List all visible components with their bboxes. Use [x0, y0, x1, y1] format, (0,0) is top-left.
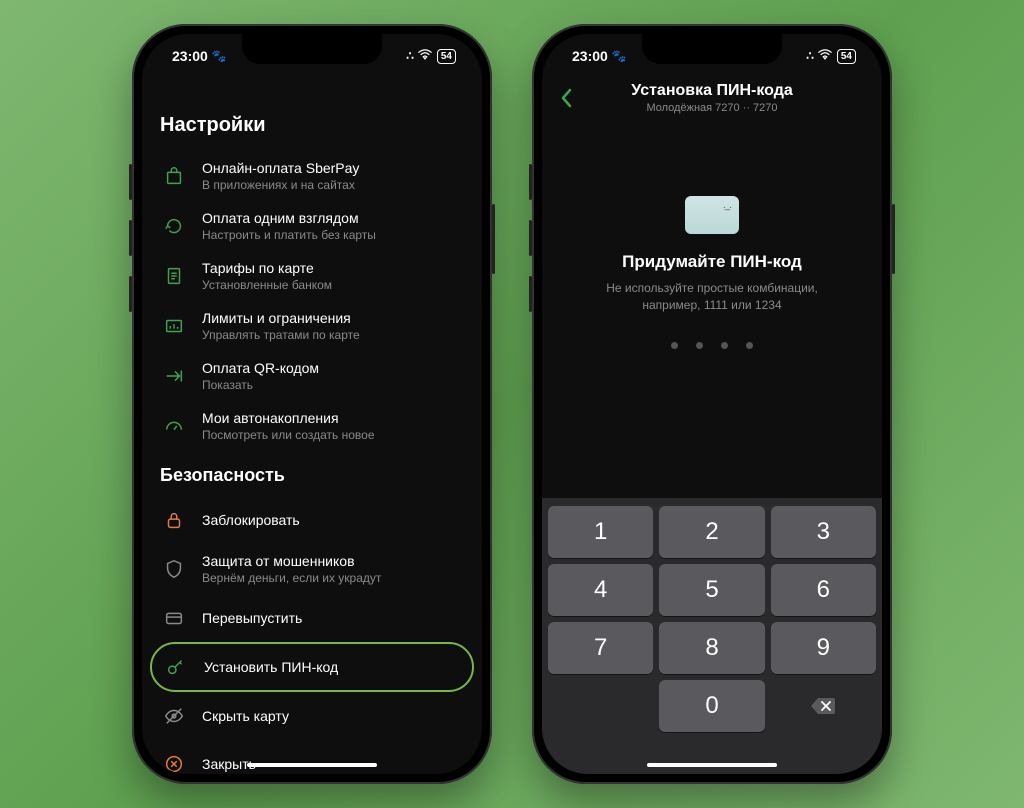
back-button[interactable] — [548, 80, 584, 116]
key-5[interactable]: 5 — [659, 564, 764, 616]
eye-off-icon — [160, 702, 188, 730]
notch — [242, 34, 382, 64]
key-8[interactable]: 8 — [659, 622, 764, 674]
item-hide-card[interactable]: Скрыть карту — [160, 692, 464, 740]
arrow-right-icon — [160, 362, 188, 390]
pin-dot — [696, 342, 703, 349]
key-4[interactable]: 4 — [548, 564, 653, 616]
wifi-icon — [418, 49, 432, 63]
key-2[interactable]: 2 — [659, 506, 764, 558]
status-right: ∴ 54 — [406, 49, 456, 64]
item-title: Онлайн-оплата SberPay — [202, 160, 359, 176]
close-circle-icon — [160, 750, 188, 774]
home-indicator[interactable] — [247, 763, 377, 767]
signal-icon: ∴ — [806, 49, 813, 63]
item-block[interactable]: Заблокировать — [160, 496, 464, 544]
item-qr-pay[interactable]: Оплата QR-кодом Показать — [160, 351, 464, 401]
key-3[interactable]: 3 — [771, 506, 876, 558]
pin-header: Установка ПИН-кода Молодёжная 7270 ·· 72… — [542, 78, 882, 126]
pin-title: Придумайте ПИН-код — [542, 252, 882, 272]
key-1[interactable]: 1 — [548, 506, 653, 558]
item-autosavings[interactable]: Мои автонакопления Посмотреть или создат… — [160, 401, 464, 451]
item-glance-pay[interactable]: Оплата одним взглядом Настроить и платит… — [160, 201, 464, 251]
card-icon — [160, 604, 188, 632]
wifi-icon — [818, 49, 832, 63]
item-sberpay[interactable]: Онлайн-оплата SberPay В приложениях и на… — [160, 151, 464, 201]
phone-right: 23:00 🐾 ∴ 54 Установка ПИН-кода Молодёжн… — [532, 24, 892, 784]
header-sub: Молодёжная 7270 ·· 7270 — [542, 102, 882, 114]
pin-screen: Установка ПИН-кода Молодёжная 7270 ·· 72… — [542, 78, 882, 774]
item-close[interactable]: Закрыть — [160, 740, 464, 774]
home-indicator[interactable] — [647, 763, 777, 767]
signal-icon: ∴ — [406, 49, 413, 63]
refresh-icon — [160, 212, 188, 240]
notch — [642, 34, 782, 64]
numeric-keypad: 1 2 3 4 5 6 7 8 9 0 — [542, 498, 882, 774]
item-tariffs[interactable]: Тарифы по карте Установленные банком — [160, 251, 464, 301]
pin-dot — [746, 342, 753, 349]
key-backspace[interactable] — [771, 680, 876, 732]
document-icon — [160, 262, 188, 290]
status-paw-icon: 🐾 — [212, 49, 227, 63]
battery-icon: 54 — [437, 49, 456, 64]
pin-hint: Не используйте простые комбинации, напри… — [542, 280, 882, 314]
shield-icon — [160, 555, 188, 583]
item-fraud-protect[interactable]: Защита от мошенников Вернём деньги, если… — [160, 544, 464, 594]
security-section-title: Безопасность — [160, 451, 464, 496]
pin-dot — [671, 342, 678, 349]
key-blank — [548, 680, 653, 732]
page-title: Настройки — [160, 78, 464, 151]
bag-icon — [160, 162, 188, 190]
chart-icon — [160, 312, 188, 340]
settings-content[interactable]: Настройки Онлайн-оплата SberPay В прилож… — [142, 78, 482, 774]
battery-icon: 54 — [837, 49, 856, 64]
header-title: Установка ПИН-кода — [542, 82, 882, 100]
pin-dots — [542, 342, 882, 349]
item-limits[interactable]: Лимиты и ограничения Управлять тратами п… — [160, 301, 464, 351]
status-paw-icon: 🐾 — [612, 49, 627, 63]
lock-icon — [160, 506, 188, 534]
pin-dot — [721, 342, 728, 349]
item-sub: В приложениях и на сайтах — [202, 178, 359, 192]
screen-left: 23:00 🐾 ∴ 54 Настройки Онлайн-оплата Sbe… — [142, 34, 482, 774]
key-9[interactable]: 9 — [771, 622, 876, 674]
pin-body: Придумайте ПИН-код Не используйте просты… — [542, 126, 882, 349]
phone-left: 23:00 🐾 ∴ 54 Настройки Онлайн-оплата Sbe… — [132, 24, 492, 784]
status-time: 23:00 — [172, 48, 208, 64]
key-0[interactable]: 0 — [659, 680, 764, 732]
status-right: ∴ 54 — [806, 49, 856, 64]
item-set-pin[interactable]: Установить ПИН-код — [150, 642, 474, 692]
card-illustration — [685, 196, 739, 234]
key-icon — [162, 653, 190, 681]
status-time: 23:00 — [572, 48, 608, 64]
screen-right: 23:00 🐾 ∴ 54 Установка ПИН-кода Молодёжн… — [542, 34, 882, 774]
item-reissue[interactable]: Перевыпустить — [160, 594, 464, 642]
key-7[interactable]: 7 — [548, 622, 653, 674]
gauge-icon — [160, 412, 188, 440]
key-6[interactable]: 6 — [771, 564, 876, 616]
